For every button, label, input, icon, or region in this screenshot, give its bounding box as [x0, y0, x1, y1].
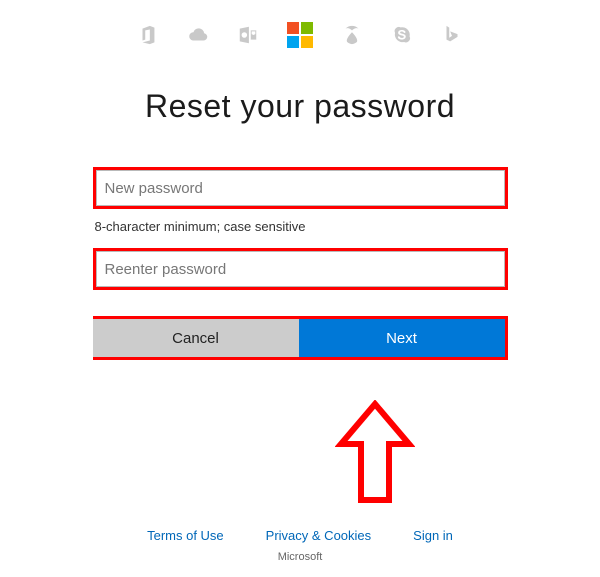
onedrive-icon	[187, 24, 209, 46]
button-row: Cancel Next	[93, 316, 508, 360]
privacy-link[interactable]: Privacy & Cookies	[266, 528, 371, 543]
reset-password-form: Reset your password 8-character minimum;…	[93, 88, 508, 360]
footer-brand: Microsoft	[0, 551, 600, 563]
page-title: Reset your password	[93, 88, 508, 125]
skype-icon	[391, 24, 413, 46]
sign-in-link[interactable]: Sign in	[413, 528, 453, 543]
xbox-icon	[341, 24, 363, 46]
footer: Terms of Use Privacy & Cookies Sign in M…	[0, 528, 600, 563]
highlight-new-password	[93, 167, 508, 209]
reenter-password-input[interactable]	[96, 251, 505, 287]
annotation-arrow-icon	[335, 400, 415, 515]
new-password-input[interactable]	[96, 170, 505, 206]
next-button[interactable]: Next	[299, 319, 505, 357]
password-hint: 8-character minimum; case sensitive	[95, 219, 508, 234]
terms-link[interactable]: Terms of Use	[147, 528, 224, 543]
cancel-button[interactable]: Cancel	[93, 319, 299, 357]
microsoft-logo-icon	[287, 22, 313, 48]
office-icon	[137, 24, 159, 46]
outlook-icon	[237, 24, 259, 46]
brand-icon-row	[0, 0, 600, 48]
bing-icon	[441, 24, 463, 46]
highlight-reenter-password	[93, 248, 508, 290]
footer-links: Terms of Use Privacy & Cookies Sign in	[0, 528, 600, 543]
